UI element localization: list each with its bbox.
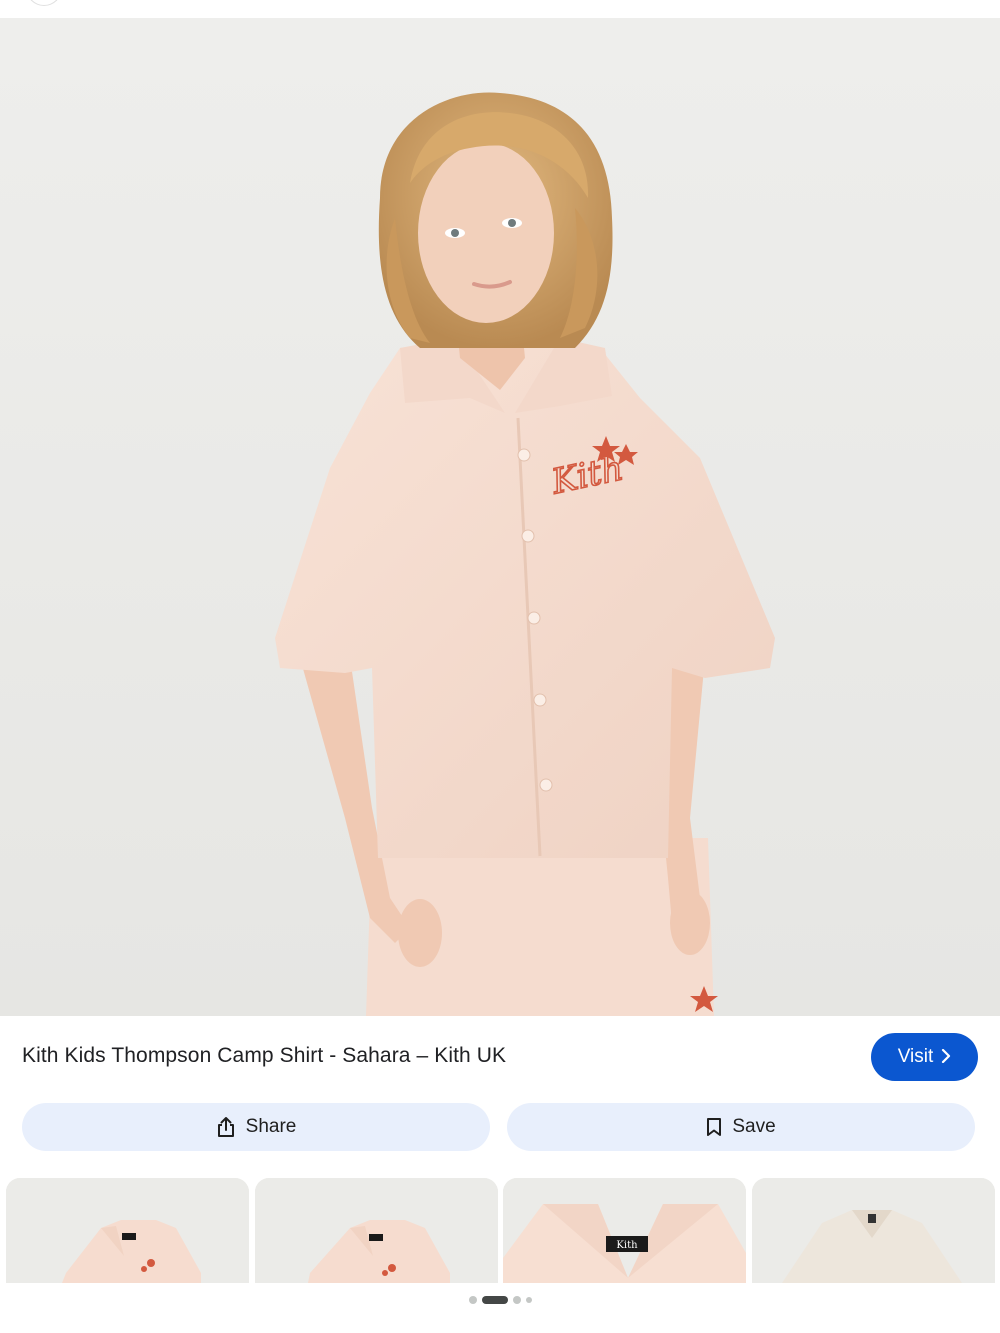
product-photo: Kith <box>0 18 1000 1016</box>
pagination-dot-active[interactable] <box>481 1296 508 1304</box>
pagination-dot[interactable] <box>512 1296 521 1304</box>
page-title[interactable]: Kith Kids Thompson Camp Shirt - Sahara –… <box>22 1044 506 1068</box>
chevron-right-icon <box>941 1048 951 1066</box>
thumbnail-tag-text: Kith <box>616 1240 638 1251</box>
bookmark-icon <box>706 1117 722 1137</box>
action-row: Share Save <box>0 1100 1000 1156</box>
share-icon <box>216 1116 236 1138</box>
close-button-edge[interactable] <box>26 0 62 6</box>
visit-button[interactable]: Visit <box>871 1033 978 1081</box>
save-button[interactable]: Save <box>507 1103 975 1151</box>
share-label: Share <box>245 1116 297 1137</box>
thumbnail-3[interactable]: Kith <box>503 1178 746 1283</box>
related-images: Kith <box>0 1178 1000 1283</box>
pagination-dot[interactable] <box>468 1296 477 1304</box>
save-label: Save <box>732 1116 776 1137</box>
thumbnail-1[interactable] <box>6 1178 249 1283</box>
share-button[interactable]: Share <box>22 1103 490 1151</box>
pagination-dots <box>0 1292 1000 1308</box>
top-strip <box>0 0 1000 18</box>
visit-label: Visit <box>897 1046 934 1067</box>
product-image[interactable]: Kith <box>0 18 1000 1016</box>
result-info: Kith Kids Thompson Camp Shirt - Sahara –… <box>0 1016 1000 1098</box>
thumbnail-4[interactable] <box>752 1178 995 1283</box>
thumbnail-2[interactable] <box>255 1178 498 1283</box>
pagination-dot[interactable] <box>525 1297 532 1303</box>
